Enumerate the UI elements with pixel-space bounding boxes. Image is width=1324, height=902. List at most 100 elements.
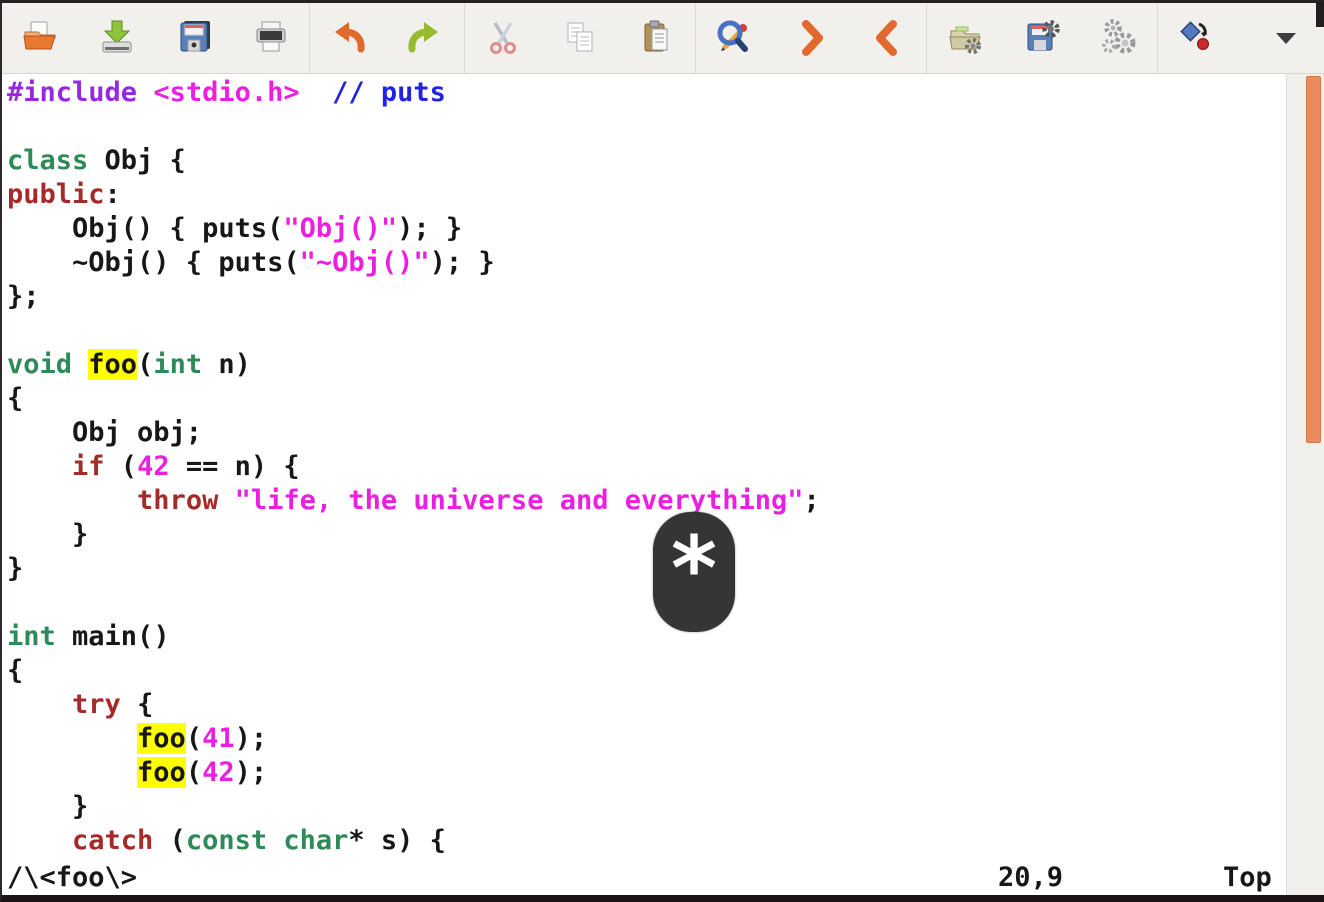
run-script-button[interactable]: [1081, 3, 1158, 73]
code-token: Obj {: [88, 145, 186, 176]
code-token: );: [235, 723, 268, 754]
code-token: [7, 485, 137, 516]
code-line[interactable]: };: [7, 280, 1287, 314]
code-token: };: [7, 281, 40, 312]
floppy-disk-icon: [172, 16, 216, 60]
code-line[interactable]: }: [7, 790, 1287, 824]
code-token: n): [202, 349, 251, 380]
toolbar-overflow-button[interactable]: [1247, 3, 1324, 73]
code-token: Obj() { puts(: [7, 213, 283, 244]
copy-button[interactable]: [541, 3, 618, 73]
code-line[interactable]: foo(41);: [7, 722, 1287, 756]
code-token: [7, 689, 72, 720]
floppy-gear-icon: [1020, 16, 1064, 60]
chevron-left-icon: [866, 16, 910, 60]
code-line[interactable]: void foo(int n): [7, 348, 1287, 382]
redo-arrow-icon: [403, 16, 447, 60]
code-token: char: [283, 825, 348, 856]
toolbar-spacer: [1235, 3, 1247, 73]
code-token: (: [186, 757, 202, 788]
clipboard-icon: [635, 16, 679, 60]
code-token: ); }: [430, 247, 495, 278]
code-line[interactable]: if (42 == n) {: [7, 450, 1287, 484]
scrollbar-thumb[interactable]: [1306, 76, 1321, 443]
code-token: }: [7, 553, 23, 584]
code-token: {: [7, 655, 23, 686]
vertical-scrollbar[interactable]: [1286, 74, 1324, 895]
code-line[interactable]: [7, 314, 1287, 348]
code-line[interactable]: foo(42);: [7, 756, 1287, 790]
copy-pages-icon: [558, 16, 602, 60]
save-button[interactable]: [79, 3, 156, 73]
cut-button[interactable]: [465, 3, 542, 73]
code-token: Obj obj;: [7, 417, 202, 448]
code-line[interactable]: {: [7, 382, 1287, 416]
paste-button[interactable]: [618, 3, 695, 73]
code-line[interactable]: [7, 586, 1287, 620]
editor-pane: #include <stdio.h> // puts class Obj {pub…: [2, 74, 1287, 895]
code-line[interactable]: try {: [7, 688, 1287, 722]
code-token: {: [121, 689, 154, 720]
window-border-corner: [1316, 3, 1324, 27]
redo-button[interactable]: [387, 3, 464, 73]
undo-button[interactable]: [310, 3, 387, 73]
save-download-icon: [95, 16, 139, 60]
code-token: "~Obj()": [300, 247, 430, 278]
code-line[interactable]: class Obj {: [7, 144, 1287, 178]
code-token: #include: [7, 77, 137, 108]
search-pattern: /\<foo\>: [7, 861, 137, 895]
code-token: class: [7, 145, 88, 176]
code-line[interactable]: catch (const char* s) {: [7, 824, 1287, 858]
code-line[interactable]: }: [7, 552, 1287, 586]
code-token: [72, 349, 88, 380]
code-token: // puts: [332, 77, 446, 108]
find-replace-button[interactable]: [696, 3, 773, 73]
code-token: [7, 757, 137, 788]
code-line[interactable]: public:: [7, 178, 1287, 212]
code-token: (: [186, 723, 202, 754]
code-line[interactable]: }: [7, 518, 1287, 552]
code-line[interactable]: #include <stdio.h> // puts: [7, 76, 1287, 110]
code-token: try: [72, 689, 121, 720]
code-token: public: [7, 179, 105, 210]
save-session-button[interactable]: [1004, 3, 1081, 73]
text-area[interactable]: #include <stdio.h> // puts class Obj {pub…: [7, 76, 1287, 858]
asterisk-key-label: *: [671, 512, 717, 632]
code-line[interactable]: {: [7, 654, 1287, 688]
code-line[interactable]: ~Obj() { puts("~Obj()"); }: [7, 246, 1287, 280]
code-token: 42: [202, 757, 235, 788]
code-line[interactable]: throw "life, the universe and everything…: [7, 484, 1287, 518]
code-token: [7, 723, 137, 754]
code-token: int: [153, 349, 202, 380]
code-token: "life, the universe and everything": [235, 485, 804, 516]
load-session-button[interactable]: [927, 3, 1004, 73]
code-line[interactable]: Obj obj;: [7, 416, 1287, 450]
code-token: [7, 451, 72, 482]
code-token: int: [7, 621, 56, 652]
find-prev-button[interactable]: [849, 3, 926, 73]
code-token: throw: [137, 485, 218, 516]
find-next-button[interactable]: [773, 3, 850, 73]
save-all-button[interactable]: [156, 3, 233, 73]
code-token: if: [72, 451, 105, 482]
code-token: );: [235, 757, 268, 788]
status-line: /\<foo\> 20,9 Top: [2, 861, 1287, 895]
code-line[interactable]: Obj() { puts("Obj()"); }: [7, 212, 1287, 246]
code-line[interactable]: int main(): [7, 620, 1287, 654]
code-token: (: [105, 451, 138, 482]
keypress-overlay: *: [653, 512, 735, 632]
code-token: [300, 77, 333, 108]
open-button[interactable]: [2, 3, 79, 73]
print-button[interactable]: [232, 3, 309, 73]
code-token: ); }: [397, 213, 462, 244]
code-token: (: [137, 349, 153, 380]
code-token: == n) {: [170, 451, 300, 482]
toolbar: [2, 3, 1324, 74]
make-button[interactable]: [1158, 3, 1235, 73]
code-token: 41: [202, 723, 235, 754]
code-token: catch: [72, 825, 153, 856]
code-token: }: [7, 791, 88, 822]
search-match: foo: [88, 349, 137, 380]
code-token: void: [7, 349, 72, 380]
code-line[interactable]: [7, 110, 1287, 144]
